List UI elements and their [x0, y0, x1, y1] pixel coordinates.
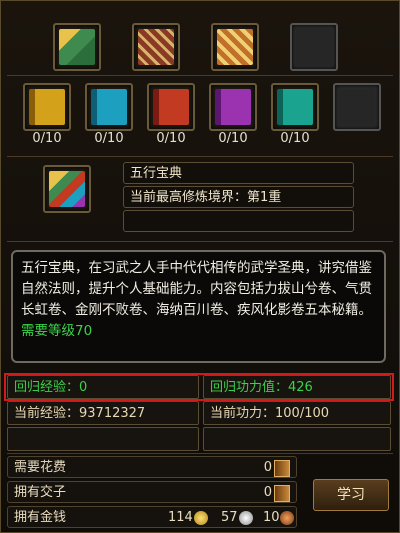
current-power: 当前功力：100/100 [203, 401, 391, 425]
current-exp: 当前经验：93712327 [7, 401, 199, 425]
cost-row: 需要花费 0 [7, 456, 297, 478]
teal-book-icon [277, 89, 313, 125]
skill-description-text: 五行宝典，在习武之人手中代代相传的武学圣典，讲究借鉴自然法则，提升个人基础能力。… [21, 260, 372, 318]
copper-coin-icon [280, 511, 294, 525]
silver-amount: 57 [221, 510, 238, 525]
money-label: 拥有金钱 [14, 510, 67, 525]
volume-slot-6[interactable] [333, 83, 381, 131]
silver-coin-icon [239, 511, 253, 525]
skill-description-box: 五行宝典，在习武之人手中代代相传的武学圣典，讲究借鉴自然法则，提升个人基础能力。… [11, 250, 386, 363]
divider [7, 453, 393, 454]
return-power: 回归功力值：426 [203, 375, 391, 399]
item-slot-4[interactable] [290, 23, 338, 71]
skill-realm: 当前最高修炼境界：第1重 [123, 186, 354, 208]
money-row: 拥有金钱 114 57 10 [7, 506, 297, 528]
empty-stat-1 [7, 427, 199, 451]
volume-slot-5[interactable] [271, 83, 319, 131]
volume-count-4: 0/10 [218, 131, 248, 146]
skill-learn-panel: 0/10 0/10 0/10 0/10 0/10 五行宝典 当前最高修炼境界：第… [0, 0, 400, 533]
gold-coin-icon [194, 511, 208, 525]
jiaozi-row: 拥有交子 0 [7, 481, 297, 503]
divider [7, 75, 393, 76]
volume-count-1: 0/10 [32, 131, 62, 146]
volume-count-3: 0/10 [156, 131, 186, 146]
jiaozi-note-icon [274, 485, 290, 502]
golden-scroll-bundle-icon [217, 29, 253, 65]
yellow-book-icon [29, 89, 65, 125]
cost-label: 需要花费 [14, 460, 67, 475]
empty-slot-icon [296, 29, 332, 65]
empty-stat-2 [203, 427, 391, 451]
cost-value: 0 [263, 460, 272, 475]
jiaozi-label: 拥有交子 [14, 485, 67, 500]
gold-amount: 114 [168, 510, 193, 525]
red-book-icon [153, 89, 189, 125]
skill-name: 五行宝典 [123, 162, 354, 184]
level-requirement: 需要等级70 [21, 323, 93, 339]
volume-slot-1[interactable] [23, 83, 71, 131]
volume-slot-4[interactable] [209, 83, 257, 131]
skill-icon-slot[interactable] [43, 165, 91, 213]
volume-slot-3[interactable] [147, 83, 195, 131]
volume-count-5: 0/10 [280, 131, 310, 146]
cyan-book-icon [91, 89, 127, 125]
wuxing-treasure-book-icon [49, 171, 85, 207]
skill-extra [123, 210, 354, 232]
divider [7, 156, 393, 157]
volume-slot-2[interactable] [85, 83, 133, 131]
volume-count-2: 0/10 [94, 131, 124, 146]
green-book-stack-icon [59, 29, 95, 65]
return-exp: 回归经验：0 [7, 375, 199, 399]
empty-slot-icon [339, 89, 375, 125]
bamboo-scroll-bundle-icon [138, 29, 174, 65]
jiaozi-note-icon [274, 460, 290, 477]
learn-button[interactable]: 学习 [313, 479, 389, 511]
copper-amount: 10 [263, 510, 280, 525]
purple-book-icon [215, 89, 251, 125]
jiaozi-value: 0 [263, 485, 272, 500]
item-slot-3[interactable] [211, 23, 259, 71]
item-slot-2[interactable] [132, 23, 180, 71]
item-slot-1[interactable] [53, 23, 101, 71]
divider [7, 241, 393, 242]
